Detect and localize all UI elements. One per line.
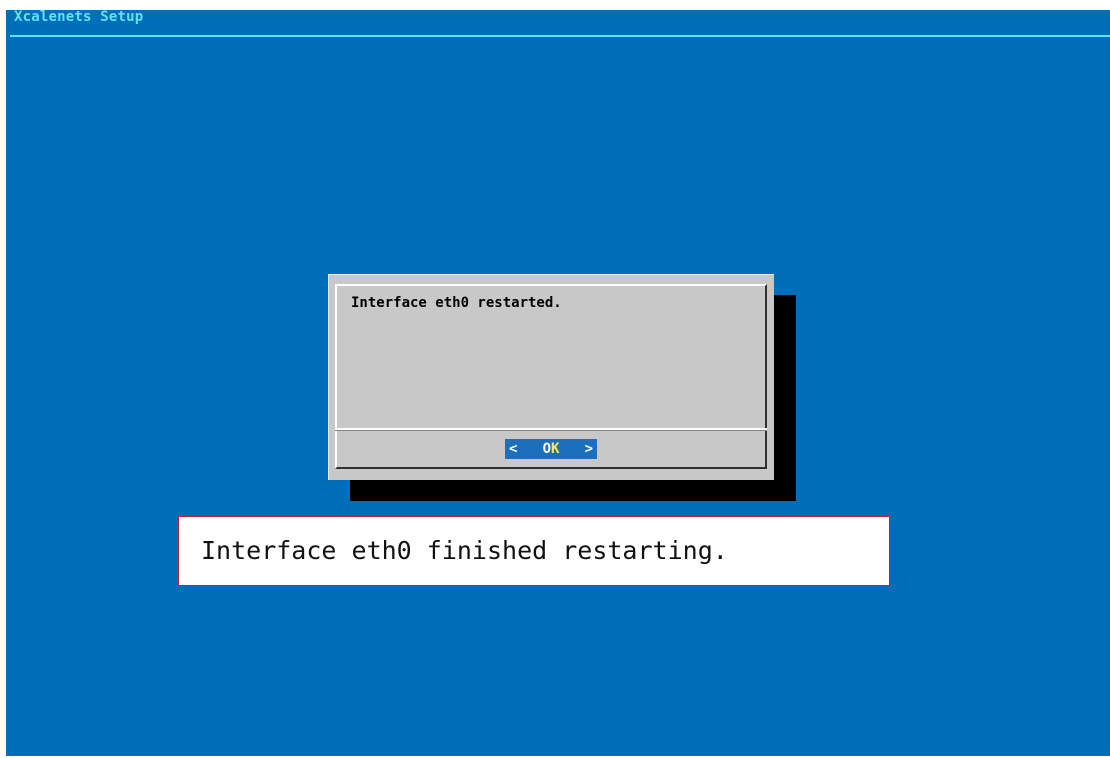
annotation-caption: Interface eth0 finished restarting.	[178, 516, 890, 586]
ok-button[interactable]: < OK >	[505, 439, 597, 459]
app-title: Xcalenets Setup	[14, 10, 144, 25]
ok-left-bracket: <	[509, 441, 518, 457]
ok-hotkey-letter: O	[542, 441, 551, 457]
message-dialog: Interface eth0 restarted. < OK >	[328, 274, 774, 480]
ok-label-rest: K	[551, 441, 560, 457]
ok-right-bracket: >	[584, 441, 593, 457]
setup-screen: Xcalenets Setup Interface eth0 restarted…	[6, 10, 1110, 756]
ok-label: OK	[543, 441, 560, 457]
dialog-separator	[335, 428, 767, 431]
dialog-message: Interface eth0 restarted.	[351, 295, 562, 311]
title-divider	[10, 35, 1110, 37]
